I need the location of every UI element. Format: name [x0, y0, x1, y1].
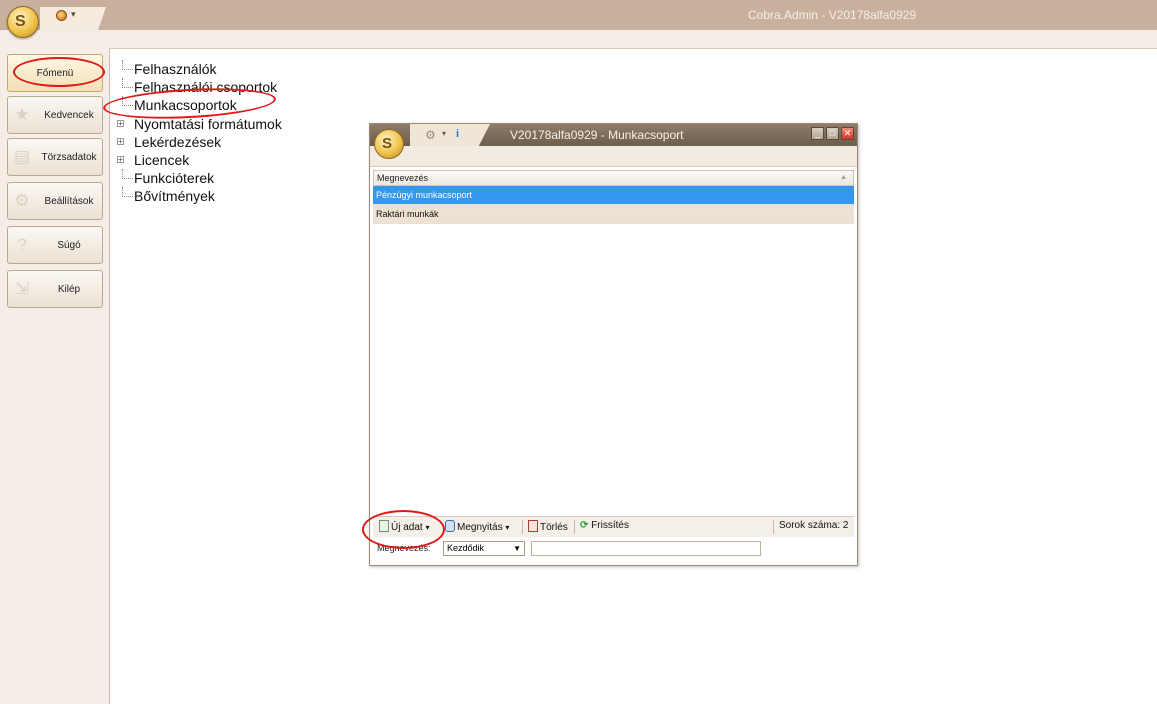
nav-kedvencek-button[interactable]: ★ Kedvencek	[7, 96, 103, 134]
toolbar-divider	[574, 520, 575, 534]
delete-button[interactable]: Törlés	[528, 520, 568, 533]
app-menu-orb-icon[interactable]: S	[7, 6, 39, 38]
window-controls: _ □ ✕	[809, 127, 854, 145]
tree-item-funkcioterek[interactable]: Funkcióterek	[116, 169, 282, 187]
table-row[interactable]: Raktári munkák	[373, 205, 854, 224]
ribbon-strip	[0, 30, 1157, 49]
open-button[interactable]: Megnyitás ▾	[445, 520, 509, 533]
tree-item-felhasznalok[interactable]: Felhasználók	[116, 60, 282, 78]
nav-item-label: Törzsadatok	[41, 152, 97, 163]
tree-item-felhasznaloi-csoportok[interactable]: Felhasználói csoportok	[116, 78, 282, 96]
sort-asc-icon: ▲	[840, 174, 847, 181]
toolbar-divider	[773, 520, 774, 534]
filter-value-input[interactable]	[531, 541, 761, 556]
filter-label: Megnevezés:	[377, 543, 431, 553]
settings-gear-icon[interactable]: ⚙	[425, 128, 436, 142]
window-quick-toolbar	[410, 124, 490, 146]
nav-torzsadatok-button[interactable]: ▤ Törzsadatok	[7, 138, 103, 176]
chevron-down-icon[interactable]: ▾	[425, 523, 429, 532]
tree-item-munkacsoportok[interactable]: Munkacsoportok	[116, 96, 282, 114]
expand-icon[interactable]: +	[117, 119, 124, 127]
tree-connector	[122, 96, 133, 107]
filter-mode-select[interactable]: Kezdődik ▼	[443, 541, 525, 556]
row-count-label: Sorok száma:	[779, 520, 841, 531]
app-title: Cobra.Admin - V20178alfa0929	[748, 8, 917, 22]
delete-doc-icon	[528, 520, 538, 532]
tree-item-label: Bővítmények	[134, 188, 215, 205]
nav-beallitasok-button[interactable]: ⚙ Beállítások	[7, 182, 103, 220]
tree-connector	[122, 187, 133, 198]
chevron-down-icon[interactable]: ▾	[505, 523, 509, 532]
gear-icon: ⚙	[14, 191, 30, 210]
expand-icon[interactable]: +	[117, 155, 124, 163]
nav-item-label: Főmenü	[36, 68, 74, 79]
tree-item-lekerdezesek[interactable]: + Lekérdezések	[116, 133, 282, 151]
open-icon	[445, 520, 455, 532]
tree-connector	[122, 78, 133, 89]
nav-item-label: Súgó	[57, 240, 81, 251]
nav-item-label: Kilép	[57, 284, 81, 295]
column-header-label: Megnevezés	[377, 173, 429, 183]
data-grid: Megnevezés ▲ Pénzügyi munkacsoport Raktá…	[373, 170, 854, 224]
left-nav: Főmenü ★ Kedvencek ▤ Törzsadatok ⚙ Beáll…	[0, 48, 110, 704]
table-icon: ▤	[13, 147, 31, 166]
new-record-button[interactable]: Új adat ▾	[379, 520, 429, 533]
tree-item-licencek[interactable]: + Licencek	[116, 151, 282, 169]
chevron-down-icon[interactable]: ▾	[442, 129, 446, 138]
row-count: Sorok száma: 2	[779, 520, 848, 531]
tree-item-label: Felhasználók	[134, 61, 217, 77]
tree-connector	[122, 169, 133, 180]
nav-item-label: Beállítások	[44, 196, 94, 207]
filter-bar: Megnevezés: Kezdődik ▼	[373, 538, 854, 560]
menu-tree: Felhasználók Felhasználói csoportok Munk…	[116, 60, 282, 206]
munkacsoport-window: ⚙ ▾ i V20178alfa0929 - Munkacsoport _ □ ✕ …	[369, 123, 858, 566]
exit-icon: ⇲	[14, 279, 30, 298]
nav-kilep-button[interactable]: ⇲ Kilép	[7, 270, 103, 308]
close-button[interactable]: ✕	[841, 127, 854, 140]
delete-label: Törlés	[540, 522, 568, 533]
minimize-button[interactable]: _	[811, 127, 824, 140]
question-icon: ?	[17, 235, 27, 254]
tree-item-label: Nyomtatási formátumok	[134, 115, 282, 132]
expand-icon[interactable]: +	[117, 137, 124, 145]
tree-item-bovitmenyek[interactable]: Bővítmények	[116, 187, 282, 205]
info-icon[interactable]: i	[456, 128, 466, 140]
app-titlebar: ▾ Cobra.Admin - V20178alfa0929	[0, 0, 1157, 30]
star-icon: ★	[14, 105, 30, 124]
toolbar-divider	[522, 520, 523, 534]
nav-fomenu-button[interactable]: Főmenü	[7, 54, 103, 92]
window-orb-icon[interactable]: S	[374, 129, 404, 159]
chevron-down-icon: ▼	[513, 544, 521, 553]
tree-item-label: Felhasználói csoportok	[134, 79, 278, 96]
row-count-value: 2	[842, 520, 849, 531]
new-record-label: Új adat	[391, 522, 423, 533]
column-header-megnevezes[interactable]: Megnevezés ▲	[373, 170, 854, 186]
new-doc-icon	[379, 520, 389, 532]
nav-sugo-button[interactable]: ? Súgó	[7, 226, 103, 264]
nav-item-label: Kedvencek	[44, 110, 94, 121]
tree-item-label: Funkcióterek	[134, 170, 215, 187]
quick-access-dropdown-icon[interactable]: ▾	[71, 9, 76, 20]
window-titlebar: ⚙ ▾ i V20178alfa0929 - Munkacsoport _ □ ✕	[370, 124, 857, 146]
table-row[interactable]: Pénzügyi munkacsoport	[373, 186, 854, 205]
filter-mode-value: Kezdődik	[447, 543, 485, 553]
refresh-button[interactable]: ⟳ Frissítés	[580, 520, 629, 531]
grid-toolbar: Új adat ▾ Megnyitás ▾ Törlés ⟳ Frissítés…	[373, 516, 854, 537]
window-ribbon-strip	[370, 146, 857, 167]
open-label: Megnyitás	[457, 522, 503, 533]
tree-item-label: Licencek	[134, 151, 190, 168]
tree-item-label: Lekérdezések	[134, 133, 222, 150]
window-title: V20178alfa0929 - Munkacsoport	[510, 128, 684, 142]
tree-connector	[122, 60, 133, 70]
refresh-icon: ⟳	[580, 520, 589, 531]
tree-item-nyomtatasi-formatumok[interactable]: + Nyomtatási formátumok	[116, 115, 282, 133]
maximize-button[interactable]: □	[826, 127, 839, 140]
quick-access-icon[interactable]	[56, 10, 67, 21]
tree-item-label: Munkacsoportok	[134, 97, 237, 114]
refresh-label: Frissítés	[591, 520, 629, 531]
